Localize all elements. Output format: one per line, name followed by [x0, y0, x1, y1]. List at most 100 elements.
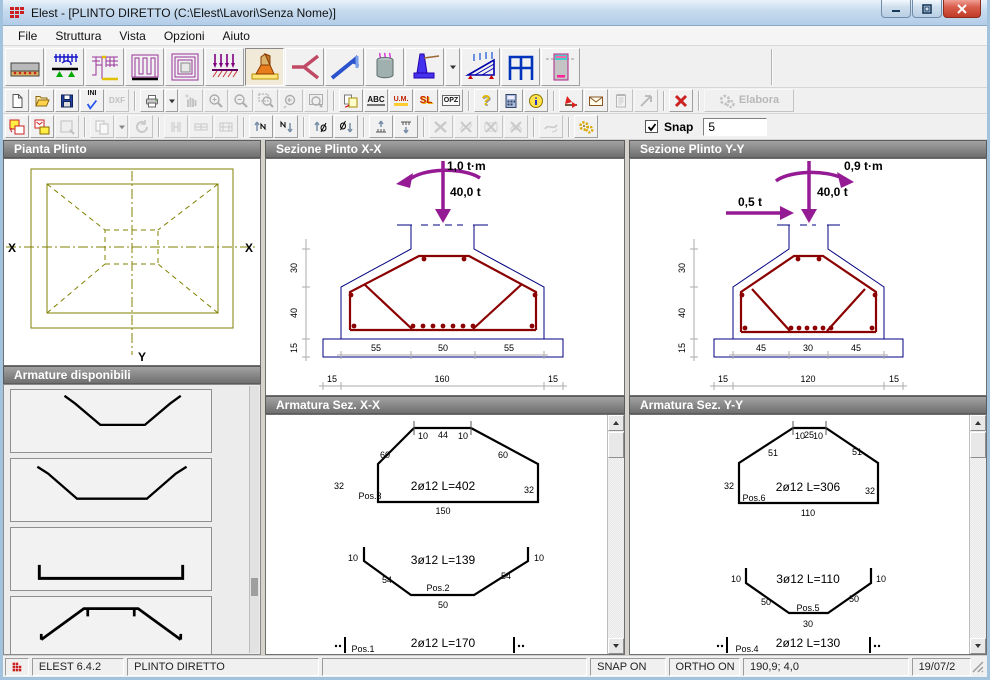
fi-giu-icon	[338, 119, 354, 135]
pianta-plinto-canvas[interactable]: X X Y	[3, 158, 261, 366]
aiuto-button[interactable]: ?	[474, 89, 498, 112]
inviluppo-button[interactable]	[584, 89, 608, 112]
sl-button[interactable]: SL	[414, 89, 438, 112]
zoom-in-icon	[208, 93, 224, 109]
platea-foro-icon	[169, 51, 201, 83]
axis-label-y: Y	[138, 350, 146, 364]
stampa-dropdown[interactable]	[165, 89, 178, 112]
platea-angolo-button[interactable]	[85, 48, 124, 86]
moment-label-xx: 1,0 t·m	[447, 159, 486, 173]
armatura-xx-scrollbar[interactable]	[607, 415, 624, 654]
scroll-up-button[interactable]	[608, 415, 624, 431]
armatura-xx-canvas[interactable]: 10 44 10 60 60 32 32 150 2ø12 L=402 Pos.…	[265, 414, 625, 655]
unita-misura-label: U.M.	[394, 96, 409, 106]
zoom-finestra-button	[254, 89, 278, 112]
stampa-button[interactable]	[140, 89, 164, 112]
armatura-shape-staffa-trapezia-stretta[interactable]	[10, 389, 212, 453]
salva-button[interactable]	[55, 89, 79, 112]
snap-checkbox[interactable]	[645, 120, 658, 133]
copia-struttura-button[interactable]	[339, 89, 363, 112]
status-ortho-toggle[interactable]: ORTHO ON	[669, 658, 740, 676]
salva-sezioni-button[interactable]	[5, 115, 29, 138]
apri-button[interactable]	[30, 89, 54, 112]
menu-file[interactable]: File	[9, 27, 46, 45]
scroll-down-button[interactable]	[608, 638, 624, 654]
platea-button[interactable]	[125, 48, 164, 86]
armatura-shape-cappello-trapezio[interactable]	[10, 596, 212, 655]
trave-carichi-button[interactable]	[45, 48, 84, 86]
annulla-x-button[interactable]	[669, 89, 693, 112]
armatura-shape-barra-dritta-uncini[interactable]	[10, 527, 212, 591]
dim-label: 10	[348, 553, 358, 563]
scrollbar-thumb[interactable]	[608, 432, 624, 458]
menu-opzioni[interactable]: Opzioni	[155, 27, 214, 45]
anteprima-button	[55, 115, 79, 138]
toolbar-separator	[84, 117, 86, 137]
fi-giu-button[interactable]	[334, 115, 358, 138]
numero-giu-icon	[278, 119, 294, 135]
salva-armature-button[interactable]	[30, 115, 54, 138]
ferri-su-button[interactable]	[369, 115, 393, 138]
plinto-button[interactable]	[245, 48, 284, 86]
nodo-button[interactable]	[285, 48, 324, 86]
elimina-tratteggio-button	[454, 115, 478, 138]
snap-value-input[interactable]	[703, 118, 767, 136]
dim-label: 15	[718, 374, 728, 384]
trave-inclinata-button[interactable]	[325, 48, 364, 86]
scrollbar-thumb[interactable]	[970, 432, 986, 458]
anteprima-icon	[59, 119, 75, 135]
frecce-button[interactable]	[559, 89, 583, 112]
sezione-pilastro-button[interactable]	[541, 48, 580, 86]
fi-su-button[interactable]	[309, 115, 333, 138]
menu-vista[interactable]: Vista	[110, 27, 154, 45]
telaio-button[interactable]	[501, 48, 540, 86]
dim-label: 15	[548, 374, 558, 384]
carichi-distribuiti-button[interactable]	[205, 48, 244, 86]
close-button[interactable]	[943, 0, 981, 18]
armatura-yy-canvas[interactable]: 10 25 10 51 51 32 32 110 2ø12 L=306 Pos.…	[629, 414, 987, 655]
dim-label: 51	[852, 447, 862, 457]
elimina-sezione-icon	[483, 119, 499, 135]
palo-button[interactable]	[365, 48, 404, 86]
unita-misura-button[interactable]: U.M.	[389, 89, 413, 112]
scroll-up-button[interactable]	[970, 415, 986, 431]
minimize-button[interactable]	[881, 0, 911, 18]
zoom-out-button	[229, 89, 253, 112]
muro-sostegno-button[interactable]	[405, 48, 444, 86]
scroll-down-button[interactable]	[970, 638, 986, 654]
informazioni-button[interactable]	[524, 89, 548, 112]
menu-struttura[interactable]: Struttura	[46, 27, 110, 45]
calcolatrice-button[interactable]	[499, 89, 523, 112]
esporta-button	[634, 89, 658, 112]
numero-su-button[interactable]	[249, 115, 273, 138]
menu-aiuto[interactable]: Aiuto	[214, 27, 259, 45]
numero-giu-button[interactable]	[274, 115, 298, 138]
sezione-xx-canvas[interactable]: 1,0 t·m 40,0 t	[265, 158, 625, 396]
capriata-button[interactable]	[461, 48, 500, 86]
muro-sostegno-dropdown[interactable]	[445, 48, 460, 86]
sezione-xx-header: Sezione Plinto X-X	[265, 140, 625, 158]
pianta-plinto-drawing: X X Y	[4, 159, 258, 365]
opz-button[interactable]: OPZ	[439, 89, 463, 112]
trave-fondazione-button[interactable]	[5, 48, 44, 86]
dim-label: 55	[504, 343, 514, 353]
restore-button[interactable]	[912, 0, 942, 18]
platea-foro-button[interactable]	[165, 48, 204, 86]
pianta-plinto-header: Pianta Plinto	[3, 140, 261, 158]
armatura-shape-staffa-trapezia-larga[interactable]	[10, 458, 212, 522]
nuovo-button[interactable]	[5, 89, 29, 112]
bar-spec: 3ø12 L=139	[411, 553, 476, 567]
ini-button[interactable]: INI	[80, 89, 104, 112]
ricalcola-button[interactable]	[574, 115, 598, 138]
scrollbar-thumb[interactable]	[251, 578, 258, 596]
testi-button[interactable]: ABC	[364, 89, 388, 112]
dim-label: 160	[434, 374, 449, 384]
armatura-yy-scrollbar[interactable]	[969, 415, 986, 654]
sezione-yy-canvas[interactable]: 0,9 t·m 40,0 t 0,5 t	[629, 158, 987, 396]
trave-carichi-icon	[49, 51, 81, 83]
armature-list-scrollbar[interactable]	[249, 386, 259, 653]
status-snap-toggle[interactable]: SNAP ON	[590, 658, 665, 676]
resize-grip[interactable]	[971, 660, 985, 674]
elimina-ferro-icon	[433, 119, 449, 135]
ferri-giu-button[interactable]	[394, 115, 418, 138]
